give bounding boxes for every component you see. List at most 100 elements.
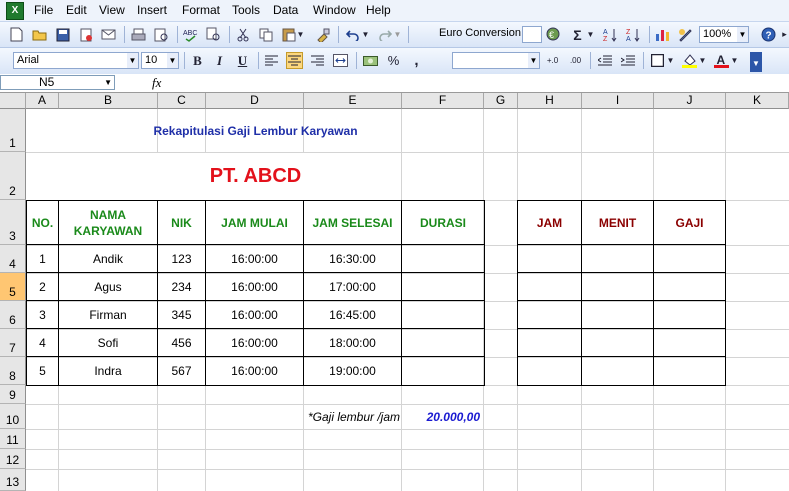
cell-nama[interactable]: Firman [59,301,157,328]
font-size-dropdown-icon[interactable]: ▼ [167,53,178,68]
font-name-select[interactable]: Arial ▼ [13,52,139,69]
cell-no[interactable]: 5 [27,357,58,385]
cell-jam-mulai[interactable]: 16:00:00 [206,329,303,356]
row-header-12[interactable]: 12 [0,449,26,469]
sort-descending-icon[interactable]: ZA [625,26,642,43]
header-nik[interactable]: NIK [158,201,205,244]
row-header-13[interactable]: 13 [0,469,26,491]
font-name-dropdown-icon[interactable]: ▼ [127,53,138,68]
merge-center-icon[interactable] [332,52,349,69]
menu-format[interactable]: Format [182,3,220,17]
align-center-icon[interactable] [286,52,303,69]
email-icon[interactable] [100,26,117,43]
research-icon[interactable] [205,26,222,43]
column-header-k[interactable]: K [726,93,789,109]
currency-icon[interactable] [362,52,379,69]
cell-nik[interactable]: 123 [158,245,205,272]
formula-input[interactable] [170,75,789,90]
cell-jam-mulai[interactable]: 16:00:00 [206,245,303,272]
save-icon[interactable] [54,26,71,43]
increase-indent-icon[interactable] [619,52,636,69]
header-no[interactable]: NO. [27,201,58,244]
cell-jam-selesai[interactable]: 19:00:00 [304,357,401,385]
open-icon[interactable] [31,26,48,43]
cell-jam-selesai[interactable]: 18:00:00 [304,329,401,356]
italic-button[interactable]: I [211,52,228,69]
euro-conversion-box[interactable] [522,26,542,43]
cell-jam-mulai[interactable]: 16:00:00 [206,357,303,385]
column-header-f[interactable]: F [402,93,484,109]
column-header-c[interactable]: C [158,93,206,109]
align-left-icon[interactable] [263,52,280,69]
sort-ascending-icon[interactable]: AZ [602,26,619,43]
paste-icon[interactable] [280,26,297,43]
insert-function-icon[interactable]: fx [152,75,161,91]
cell-no[interactable]: 2 [27,273,58,300]
help-icon[interactable]: ? [760,26,777,43]
header-nama-karyawan[interactable]: NAMA KARYAWAN [59,201,157,244]
name-box[interactable]: N5 ▼ [0,75,115,90]
undo-icon[interactable] [344,26,361,43]
toolbar-options-icon[interactable]: ▼ [750,52,762,72]
cell-nik[interactable]: 456 [158,329,205,356]
menu-window[interactable]: Window [313,3,356,17]
style-dropdown-icon[interactable]: ▼ [528,53,539,68]
undo-dropdown-icon[interactable]: ▼ [361,26,370,43]
menu-edit[interactable]: Edit [66,3,87,17]
column-header-j[interactable]: J [654,93,726,109]
rate-label[interactable]: *Gaji lembur /jam [260,404,400,429]
zoom-dropdown-icon[interactable]: ▼ [737,27,748,42]
spelling-icon[interactable]: ABC [182,26,199,43]
cell-jam-selesai[interactable]: 16:45:00 [304,301,401,328]
cell-no[interactable]: 1 [27,245,58,272]
drawing-icon[interactable] [677,26,694,43]
column-header-h[interactable]: H [518,93,582,109]
cell-nama[interactable]: Andik [59,245,157,272]
cell-no[interactable]: 3 [27,301,58,328]
paste-dropdown-icon[interactable]: ▼ [296,26,305,43]
row-header-9[interactable]: 9 [0,385,26,404]
column-header-e[interactable]: E [304,93,402,109]
menu-help[interactable]: Help [366,3,391,17]
fill-color-dropdown-icon[interactable]: ▼ [698,52,707,69]
autosum-icon[interactable]: Σ [569,26,586,43]
percent-style-button[interactable]: % [385,52,402,69]
header-jam-mulai[interactable]: JAM MULAI [206,201,303,244]
column-header-i[interactable]: I [582,93,654,109]
select-all-corner[interactable] [0,93,26,109]
menu-insert[interactable]: Insert [137,3,167,17]
row-header-7[interactable]: 7 [0,329,26,357]
row-header-1[interactable]: 1 [0,109,26,152]
print-preview-icon[interactable] [153,26,170,43]
row-header-5[interactable]: 5 [0,273,26,301]
rate-value[interactable]: 20.000,00 [402,404,480,429]
underline-button[interactable]: U [234,52,251,69]
fill-color-icon[interactable] [681,52,698,69]
column-header-g[interactable]: G [484,93,518,109]
cell-jam-mulai[interactable]: 16:00:00 [206,273,303,300]
print-icon[interactable] [130,26,147,43]
style-select[interactable]: ▼ [452,52,540,69]
row-header-2[interactable]: 2 [0,152,26,200]
bold-button[interactable]: B [189,52,206,69]
header-jam[interactable]: JAM [518,201,581,244]
comma-style-button[interactable]: , [408,52,425,69]
align-right-icon[interactable] [309,52,326,69]
permission-icon[interactable] [77,26,94,43]
menu-data[interactable]: Data [273,3,298,17]
row-header-3[interactable]: 3 [0,200,26,245]
menu-view[interactable]: View [99,3,125,17]
autosum-dropdown-icon[interactable]: ▼ [586,26,595,43]
name-box-dropdown-icon[interactable]: ▼ [104,76,112,89]
borders-dropdown-icon[interactable]: ▼ [666,52,675,69]
cell-nik[interactable]: 345 [158,301,205,328]
header-jam-selesai[interactable]: JAM SELESAI [304,201,401,244]
decrease-decimal-button[interactable]: .00 [567,52,584,69]
cut-icon[interactable] [234,26,251,43]
cell-nik[interactable]: 567 [158,357,205,385]
header-durasi[interactable]: DURASI [402,201,484,244]
cell-no[interactable]: 4 [27,329,58,356]
row-header-11[interactable]: 11 [0,429,26,449]
cell-jam-selesai[interactable]: 16:30:00 [304,245,401,272]
cell-nik[interactable]: 234 [158,273,205,300]
